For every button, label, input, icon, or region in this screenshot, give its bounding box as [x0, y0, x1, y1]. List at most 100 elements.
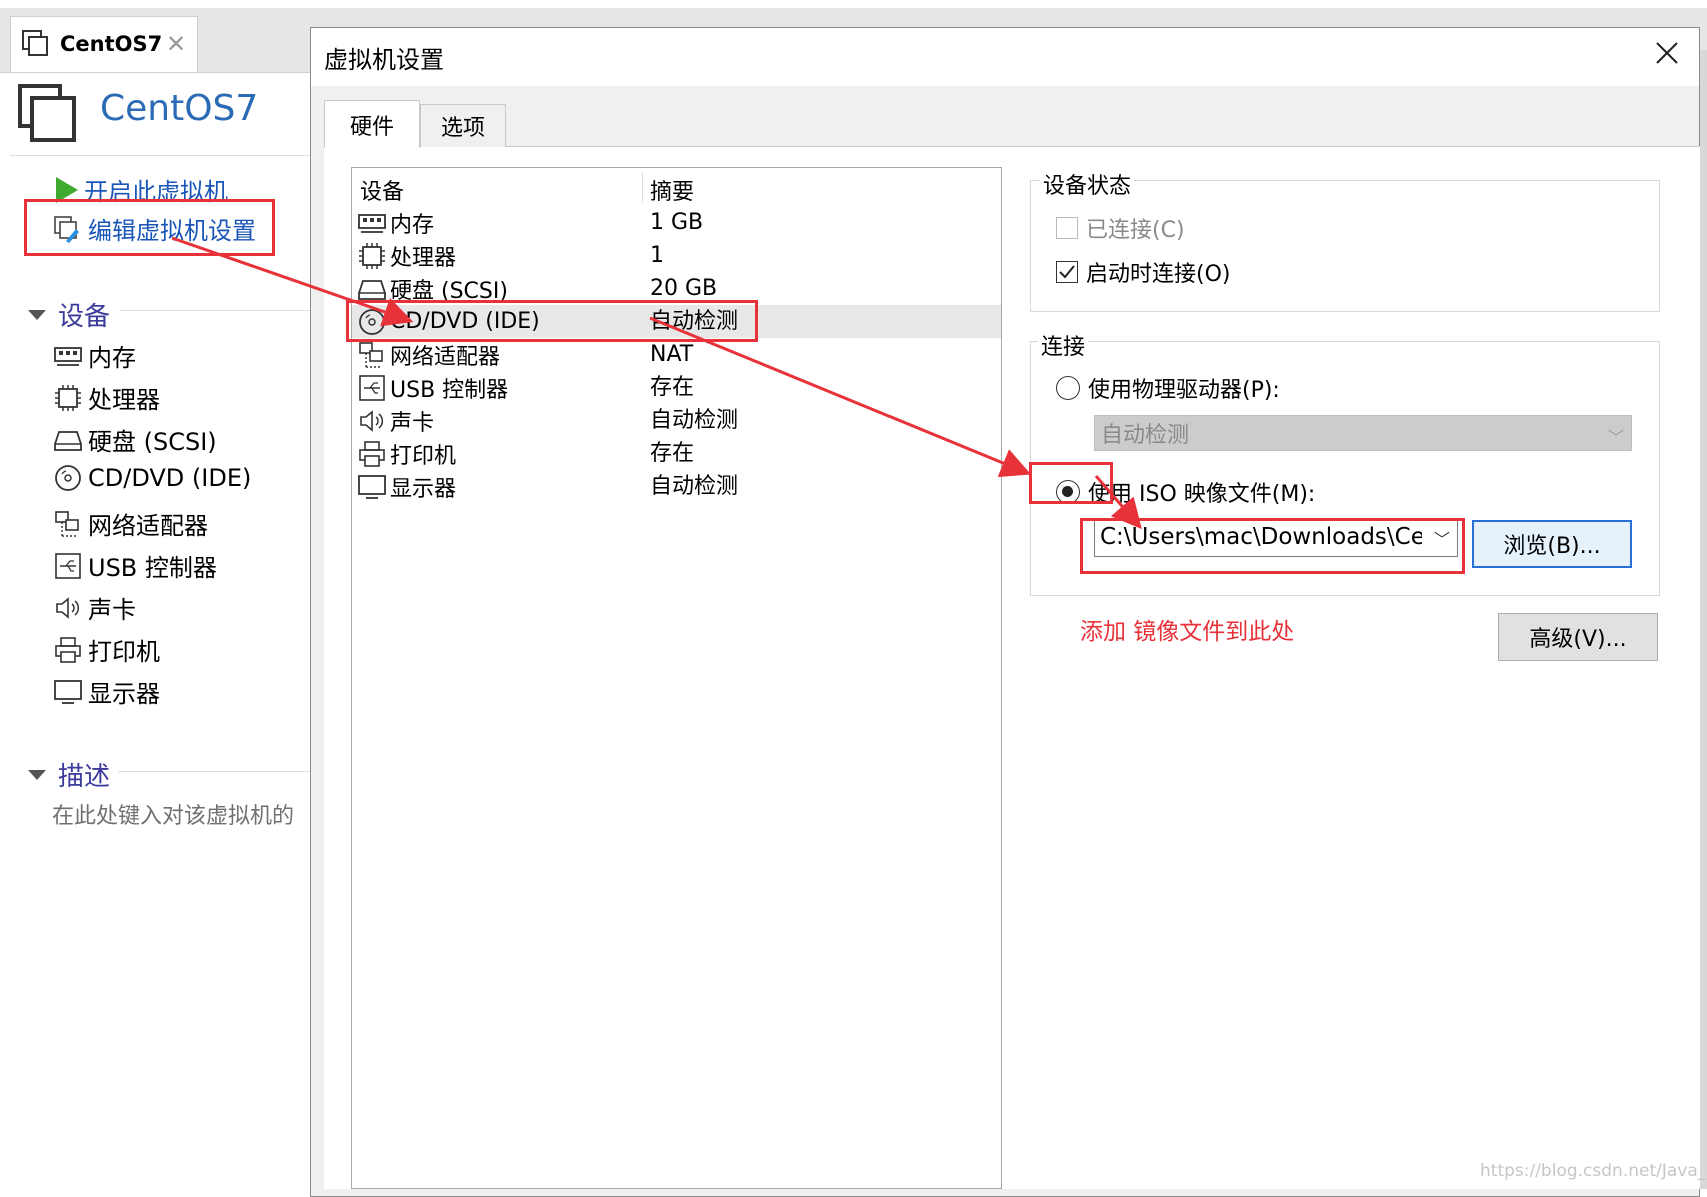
usb-controller-icon — [55, 552, 81, 579]
sidebar-device-processor[interactable]: 处理器 — [54, 380, 160, 415]
device-row-memory[interactable]: 内存 1 GB — [352, 206, 1001, 239]
vm-large-icon — [18, 84, 76, 142]
sidebar-device-label: 打印机 — [88, 638, 160, 666]
annotation-text: 添加 镜像文件到此处 — [1080, 619, 1295, 645]
connect-on-start-label: 启动时连接(O) — [1086, 262, 1231, 287]
device-name: 内存 — [390, 212, 435, 238]
use-physical-drive-radio[interactable]: 使用物理驱动器(P): — [1056, 372, 1280, 404]
watermark: https://blog.csdn.net/Java_stud — [1480, 1161, 1707, 1181]
device-row-display[interactable]: 显示器 自动检测 — [352, 470, 1001, 503]
devices-section-toggle[interactable]: 设备 — [28, 296, 110, 333]
tab-hardware[interactable]: 硬件 — [324, 100, 420, 148]
tab-options[interactable]: 选项 — [420, 104, 506, 147]
advanced-button[interactable]: 高级(V)... — [1498, 613, 1658, 661]
network-adapter-icon — [55, 510, 79, 537]
browse-button[interactable]: 浏览(B)... — [1472, 520, 1632, 568]
physical-drive-select[interactable]: 自动检测 — [1094, 415, 1632, 451]
device-summary: 存在 — [650, 375, 695, 400]
display-icon — [54, 679, 82, 704]
device-summary: 自动检测 — [650, 408, 739, 433]
close-tab-icon[interactable]: ✕ — [166, 30, 186, 58]
caret-down-icon — [28, 309, 46, 320]
sidebar-device-label: 硬盘 (SCSI) — [88, 428, 217, 456]
sidebar-device-cd-dvd[interactable]: CD/DVD (IDE) — [54, 464, 251, 492]
sidebar-device-label: USB 控制器 — [88, 554, 217, 582]
sidebar-device-label: 显示器 — [88, 680, 160, 708]
printer-icon — [359, 440, 385, 467]
network-adapter-icon — [359, 341, 383, 368]
device-row-printer[interactable]: 打印机 存在 — [352, 437, 1001, 470]
device-name: 网络适配器 — [390, 344, 501, 370]
device-summary: 自动检测 — [650, 474, 739, 499]
memory-icon — [358, 213, 386, 233]
column-header-device[interactable]: 设备 — [360, 174, 404, 206]
annotation-box-iso-path — [1080, 518, 1465, 574]
use-iso-label: 使用 ISO 映像文件(M): — [1088, 482, 1316, 507]
sidebar-device-display[interactable]: 显示器 — [54, 674, 160, 709]
vm-icon — [22, 30, 48, 56]
sidebar-device-label: 网络适配器 — [88, 512, 208, 540]
checkbox-unchecked-icon — [1056, 217, 1078, 239]
usb-controller-icon — [359, 374, 385, 401]
device-row-network[interactable]: 网络适配器 NAT — [352, 338, 1001, 371]
device-name: 打印机 — [390, 443, 457, 469]
divider — [120, 310, 310, 311]
column-header-summary[interactable]: 摘要 — [650, 174, 694, 206]
device-summary: NAT — [650, 342, 694, 367]
device-row-usb[interactable]: USB 控制器 存在 — [352, 371, 1001, 404]
hard-disk-icon — [54, 430, 82, 451]
vm-title: CentOS7 — [100, 88, 259, 129]
device-status-label: 设备状态 — [1040, 168, 1135, 200]
sidebar-device-memory[interactable]: 内存 — [54, 338, 136, 373]
dialog-titlebar — [311, 28, 1699, 86]
divider — [118, 771, 310, 772]
description-input[interactable]: 在此处键入对该虚拟机的 — [52, 798, 310, 830]
devices-heading: 设备 — [58, 302, 111, 332]
radio-unselected-icon — [1056, 376, 1080, 400]
device-name: 显示器 — [390, 476, 457, 502]
hard-disk-icon — [358, 279, 386, 300]
device-summary: 1 — [650, 243, 664, 268]
device-row-processor[interactable]: 处理器 1 — [352, 239, 1001, 272]
device-row-sound[interactable]: 声卡 自动检测 — [352, 404, 1001, 437]
checkbox-checked-icon — [1056, 261, 1078, 283]
chevron-down-icon: ﹀ — [1608, 428, 1625, 447]
close-icon[interactable] — [1652, 38, 1682, 68]
device-summary: 存在 — [650, 441, 695, 466]
vm-tab-label: CentOS7 — [60, 32, 163, 56]
cd-dvd-icon — [55, 465, 81, 491]
memory-icon — [54, 346, 82, 366]
sound-card-icon — [56, 596, 80, 619]
annotation-box-cd-dvd — [346, 300, 758, 342]
connection-label: 连接 — [1038, 329, 1089, 361]
column-separator[interactable] — [642, 172, 643, 202]
annotation-box-edit-settings — [24, 199, 275, 256]
processor-icon — [359, 242, 385, 269]
device-name: USB 控制器 — [390, 377, 509, 403]
sound-card-icon — [360, 409, 384, 432]
scrollbar[interactable] — [1700, 50, 1707, 1189]
sidebar-device-label: 声卡 — [88, 596, 136, 624]
connected-label: 已连接(C) — [1086, 218, 1185, 243]
connect-on-start-checkbox[interactable]: 启动时连接(O) — [1056, 256, 1230, 288]
device-summary: 1 GB — [650, 210, 704, 235]
description-section-toggle[interactable]: 描述 — [28, 756, 110, 793]
device-name: 声卡 — [390, 410, 435, 436]
divider — [10, 155, 310, 156]
sidebar-device-printer[interactable]: 打印机 — [54, 632, 160, 667]
device-name: 处理器 — [390, 245, 457, 271]
sidebar-device-network[interactable]: 网络适配器 — [54, 506, 208, 541]
sidebar-device-label: 处理器 — [88, 386, 160, 414]
sidebar-device-hard-disk[interactable]: 硬盘 (SCSI) — [54, 422, 217, 457]
sidebar-device-label: CD/DVD (IDE) — [88, 464, 252, 492]
dialog-title: 虚拟机设置 — [324, 46, 444, 74]
processor-icon — [55, 384, 81, 411]
printer-icon — [55, 636, 81, 663]
use-physical-label: 使用物理驱动器(P): — [1088, 378, 1280, 403]
sidebar-device-sound[interactable]: 声卡 — [54, 590, 136, 625]
description-heading: 描述 — [58, 762, 111, 792]
sidebar-device-label: 内存 — [88, 344, 136, 372]
caret-down-icon — [28, 769, 46, 780]
connected-checkbox[interactable]: 已连接(C) — [1056, 212, 1185, 244]
sidebar-device-usb[interactable]: USB 控制器 — [54, 548, 217, 583]
